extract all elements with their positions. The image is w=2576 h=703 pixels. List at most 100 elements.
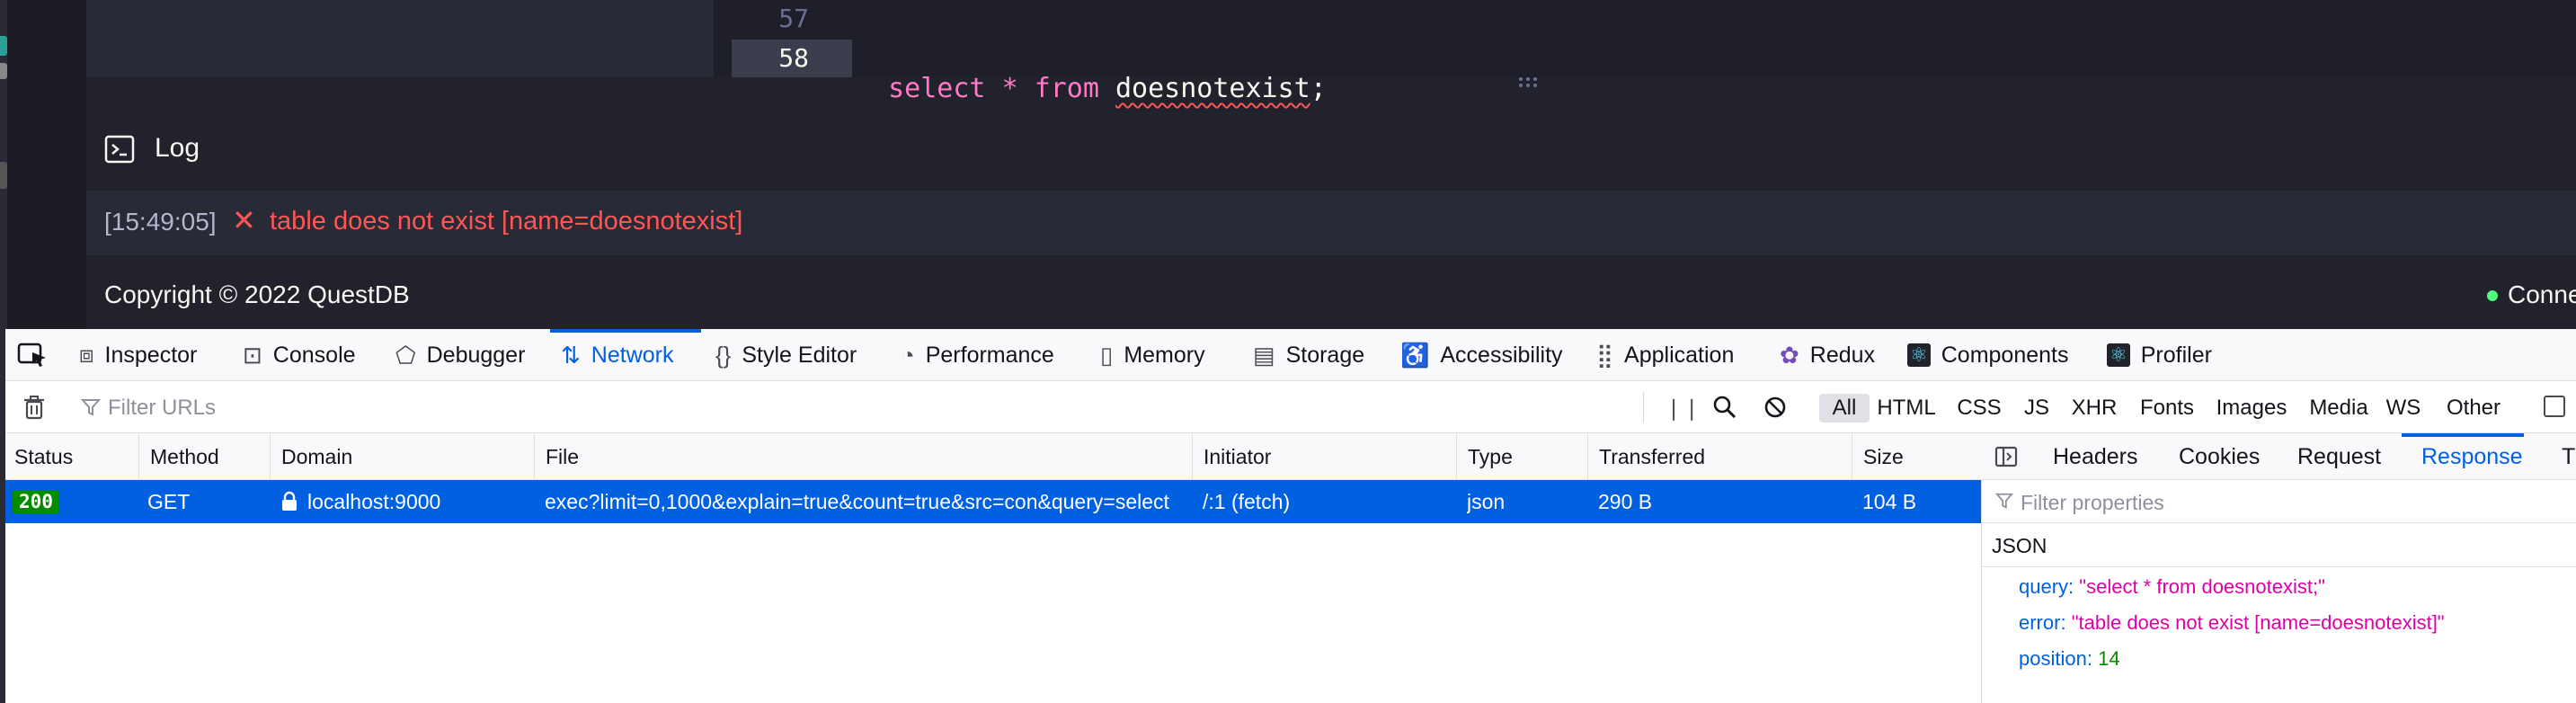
type-filter-ws[interactable]: WS	[2384, 394, 2423, 423]
redux-icon: ✿	[1780, 341, 1799, 369]
tab-profiler[interactable]: ⚛ Profiler	[2107, 329, 2212, 381]
column-header-status[interactable]: Status	[0, 433, 138, 480]
tab-label: Memory	[1124, 342, 1205, 368]
log-timestamp: [15:49:05]	[104, 208, 217, 236]
request-list-empty-area	[0, 523, 1981, 703]
type-filter-css[interactable]: CSS	[1952, 394, 2006, 423]
performance-icon: ◔	[901, 341, 915, 369]
json-value: "table does not exist [name=doesnotexist…	[2071, 611, 2445, 634]
tab-application[interactable]: ⣿ Application	[1596, 329, 1734, 381]
tab-accessibility[interactable]: ♿ Accessibility	[1400, 329, 1563, 381]
column-header-transferred[interactable]: Transferred	[1587, 433, 1852, 480]
divider	[1981, 566, 2576, 567]
json-property[interactable]: query: "select * from doesnotexist;"	[2019, 575, 2325, 599]
status-badge: 200	[13, 490, 59, 513]
type-filter-all[interactable]: All	[1819, 394, 1870, 423]
json-property[interactable]: position: 14	[2019, 647, 2120, 671]
connection-status-icon	[2487, 290, 2498, 301]
disable-cache-checkbox[interactable]	[2544, 396, 2565, 417]
type-filter-html[interactable]: HTML	[1875, 394, 1938, 423]
tab-label: Storage	[1285, 342, 1365, 368]
column-header-file[interactable]: File	[534, 433, 1192, 480]
type-filter-images[interactable]: Images	[2213, 394, 2290, 423]
details-tab-request[interactable]: Request	[2297, 433, 2381, 480]
memory-icon: ▯	[1100, 341, 1114, 369]
tab-label: Debugger	[426, 342, 526, 368]
details-tab-cookies[interactable]: Cookies	[2179, 433, 2260, 480]
trash-icon[interactable]	[22, 394, 47, 421]
type-filter-js[interactable]: JS	[2019, 394, 2055, 423]
block-icon[interactable]	[1762, 394, 1789, 421]
filter-properties-input[interactable]	[2019, 485, 2472, 520]
json-property[interactable]: error: "table does not exist [name=doesn…	[2019, 611, 2445, 635]
tab-label: Components	[1941, 342, 2069, 368]
tab-network[interactable]: ⇅ Network	[561, 329, 673, 381]
log-panel-header	[86, 120, 2576, 182]
style-editor-icon: {}	[715, 341, 732, 369]
tab-inspector[interactable]: ⧈ Inspector	[79, 329, 197, 381]
schema-panel	[86, 0, 714, 77]
tab-label: Inspector	[104, 342, 198, 368]
cell-size: 104 B	[1862, 489, 1917, 513]
react-icon: ⚛	[2107, 343, 2130, 367]
application-icon: ⣿	[1596, 341, 1614, 369]
code-token: select	[888, 73, 986, 104]
details-tab-headers[interactable]: Headers	[2053, 433, 2138, 480]
tab-label: Performance	[925, 342, 1054, 368]
column-header-size[interactable]: Size	[1852, 433, 1981, 480]
json-key: error:	[2019, 611, 2066, 634]
tab-style-editor[interactable]: {} Style Editor	[715, 329, 857, 381]
tab-label: Application	[1624, 342, 1735, 368]
debugger-icon: ⬠	[395, 341, 416, 369]
type-filter-other[interactable]: Other	[2438, 394, 2509, 423]
tab-console[interactable]: ⊡ Console	[243, 329, 356, 381]
cell-domain: localhost:9000	[280, 480, 534, 523]
toggle-sidebar-icon[interactable]	[1994, 444, 2019, 469]
line-number: 57	[778, 4, 809, 33]
line-number: 58	[778, 43, 809, 73]
cell-type: json	[1467, 489, 1506, 513]
column-header-initiator[interactable]: Initiator	[1192, 433, 1456, 480]
json-value: 14	[2098, 647, 2120, 670]
tab-label: Accessibility	[1440, 342, 1563, 368]
code-token: from	[1034, 73, 1099, 104]
divider	[1643, 392, 1644, 423]
column-header-method[interactable]: Method	[138, 433, 270, 480]
cell-domain-text: localhost:9000	[307, 489, 441, 513]
cell-initiator: /:1 (fetch)	[1203, 489, 1291, 513]
filter-urls-input[interactable]	[106, 388, 739, 428]
details-tab-response[interactable]: Response	[2421, 433, 2523, 480]
resize-handle[interactable]	[1519, 77, 1541, 88]
copyright: Copyright © 2022 QuestDB	[104, 280, 410, 308]
element-picker-button[interactable]	[16, 329, 50, 381]
json-section-label[interactable]: JSON	[1992, 534, 2047, 558]
tab-label: Console	[272, 342, 356, 368]
filter-icon	[81, 399, 101, 416]
pause-icon[interactable]: ❘❘	[1665, 396, 1701, 422]
console-icon: ⊡	[243, 341, 262, 369]
json-key: query:	[2019, 575, 2074, 598]
cell-transferred: 290 B	[1598, 489, 1653, 513]
log-title: Log	[155, 133, 200, 163]
column-header-domain[interactable]: Domain	[270, 433, 534, 480]
search-icon[interactable]	[1711, 394, 1738, 421]
details-tab-timings[interactable]: Ti	[2562, 433, 2576, 480]
sidebar	[7, 0, 86, 329]
tab-performance[interactable]: ◔ Performance	[901, 329, 1054, 381]
tab-label: Network	[591, 342, 674, 368]
terminal-icon	[104, 135, 135, 164]
tab-debugger[interactable]: ⬠ Debugger	[395, 329, 525, 381]
column-header-type[interactable]: Type	[1456, 433, 1587, 480]
tab-storage[interactable]: ▤ Storage	[1253, 329, 1364, 381]
type-filter-fonts[interactable]: Fonts	[2134, 394, 2200, 423]
code-line[interactable]: select * from doesnotexist;	[856, 41, 1327, 104]
tab-redux[interactable]: ✿ Redux	[1780, 329, 1875, 381]
type-filter-media[interactable]: Media	[2305, 394, 2373, 423]
json-key: position:	[2019, 647, 2092, 670]
window-edge	[0, 329, 5, 703]
tab-memory[interactable]: ▯ Memory	[1100, 329, 1205, 381]
type-filter-xhr[interactable]: XHR	[2067, 394, 2121, 423]
tab-components[interactable]: ⚛ Components	[1907, 329, 2068, 381]
